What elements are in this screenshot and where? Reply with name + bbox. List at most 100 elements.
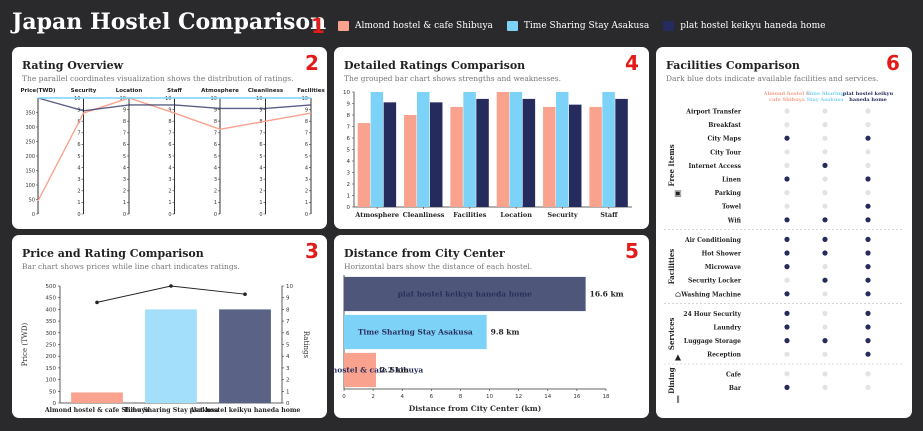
facility-dot — [784, 338, 790, 344]
facility-label: Washing Machine — [680, 291, 741, 298]
tick-label: 7 — [77, 131, 80, 137]
legend-item[interactable]: Time Sharing Stay Asakusa — [506, 21, 649, 31]
y-tick-label: 0 — [347, 205, 351, 211]
axis-label: Cleanliness — [248, 88, 284, 94]
y-tick-label: 9 — [347, 102, 351, 108]
bar-value-label: 2.2 km — [380, 366, 409, 375]
facility-dot — [784, 351, 790, 357]
tick-label: 7 — [259, 131, 262, 137]
facility-dot — [822, 162, 828, 168]
y-tick-label: 50 — [49, 389, 56, 395]
tick-label: 2 — [168, 189, 171, 195]
utensils-icon: ∥ — [676, 395, 680, 404]
y-tick-label: 10 — [343, 90, 350, 96]
tick-label: 3 — [123, 177, 126, 183]
facility-dot — [784, 384, 790, 390]
y2-tick-label: 4 — [286, 354, 290, 360]
rating-bar-2 — [417, 92, 430, 207]
facility-dot — [784, 291, 790, 297]
legend-item[interactable]: Almond hostel & cafe Shibuya — [338, 21, 493, 31]
tick-label: 9 — [305, 107, 308, 113]
rating-bar-2 — [463, 92, 476, 207]
column-header: Time Sharing Stay Asakusa — [806, 91, 844, 103]
rating-bar-1 — [404, 115, 417, 207]
tick-label: 1 — [168, 200, 171, 206]
tick-label: 0 — [77, 212, 80, 218]
tick-label: 5 — [259, 154, 262, 160]
y-tick-label: 250 — [46, 343, 57, 349]
rating-bar-2 — [556, 92, 569, 207]
facility-dot — [865, 324, 871, 330]
tick-label: 300 — [25, 125, 35, 131]
category-label: Staff — [600, 211, 618, 219]
marker-6: 6 — [886, 51, 900, 75]
price-bar — [219, 309, 271, 403]
y2-tick-label: 1 — [286, 389, 290, 395]
rating-point — [95, 300, 99, 305]
facility-dot — [822, 384, 828, 390]
tick-label: 5 — [77, 154, 80, 160]
facilities-table: Almond hostel & cafe ShibuyaTime Sharing S… — [664, 91, 904, 404]
tick-label: 350 — [25, 110, 35, 116]
facility-label: Laundry — [713, 325, 741, 332]
marker-2: 2 — [305, 51, 319, 75]
facility-dot — [865, 338, 871, 344]
legend-label: Almond hostel & cafe Shibuya — [355, 21, 493, 31]
category-label: Location — [500, 211, 532, 219]
tick-label: 10 — [256, 96, 262, 102]
tick-label: 2 — [123, 189, 126, 195]
tick-label: 150 — [25, 168, 35, 174]
price-rating-chart: 0501001502002503003504004505000123456789… — [21, 284, 310, 414]
x-tick-label: 10 — [486, 394, 493, 400]
marker-5: 5 — [625, 239, 639, 263]
facility-dot — [784, 324, 790, 330]
building-icon: ⌂ — [675, 290, 681, 299]
tick-label: 1 — [214, 200, 217, 206]
axis-label: Atmosphere — [201, 88, 239, 94]
facility-dot — [822, 108, 828, 114]
facility-dot — [784, 135, 790, 141]
y-tick-label: 1 — [347, 194, 351, 200]
tick-label: 5 — [123, 154, 126, 160]
x-tick-label: 4 — [400, 394, 404, 400]
y-tick-label: 400 — [46, 307, 57, 313]
facility-dot — [865, 176, 871, 182]
tick-label: 1 — [77, 200, 80, 206]
tick-label: 1 — [123, 200, 126, 206]
axis-label: Security — [71, 88, 97, 94]
tick-label: 2 — [214, 189, 217, 195]
facility-dot — [784, 310, 790, 316]
facility-dot — [865, 217, 871, 223]
facility-dot — [822, 324, 828, 330]
facility-dot — [865, 203, 871, 209]
detailed-ratings-panel: Detailed Ratings Comparison The grouped … — [334, 47, 649, 229]
tick-label: 7 — [305, 131, 308, 137]
facilities-panel: Facilities Comparison Dark blue dots ind… — [656, 47, 912, 418]
tick-label: 10 — [74, 96, 80, 102]
y-tick-label: 300 — [46, 331, 57, 337]
facility-label: Cafe — [726, 371, 741, 378]
facility-dot — [865, 351, 871, 357]
facility-label: Microwave — [705, 264, 741, 271]
bar-value-label: 16.6 km — [590, 290, 624, 299]
facility-dot — [822, 122, 828, 128]
y-tick-label: 350 — [46, 319, 57, 325]
rating-bar-3 — [429, 102, 443, 207]
axis-label: Facilities — [297, 88, 325, 94]
x-axis-label: Distance from City Center (km) — [409, 404, 542, 413]
tick-label: 8 — [305, 119, 308, 125]
y-tick-label: 200 — [46, 354, 57, 360]
axis-label: Location — [116, 88, 143, 94]
facility-dot — [784, 108, 790, 114]
rating-overview-panel: Rating Overview The parallel coordinates… — [12, 47, 327, 229]
legend-item[interactable]: plat hostel keikyu haneda home — [663, 21, 825, 31]
y-tick-label: 100 — [46, 378, 57, 384]
category-label: Security — [547, 211, 577, 219]
y-tick-label: 500 — [46, 284, 57, 290]
y2-tick-label: 5 — [286, 343, 290, 349]
facility-dot — [784, 176, 790, 182]
tick-label: 3 — [168, 177, 171, 183]
facility-dot — [784, 122, 790, 128]
facility-dot — [865, 236, 871, 242]
tick-label: 200 — [25, 154, 35, 160]
